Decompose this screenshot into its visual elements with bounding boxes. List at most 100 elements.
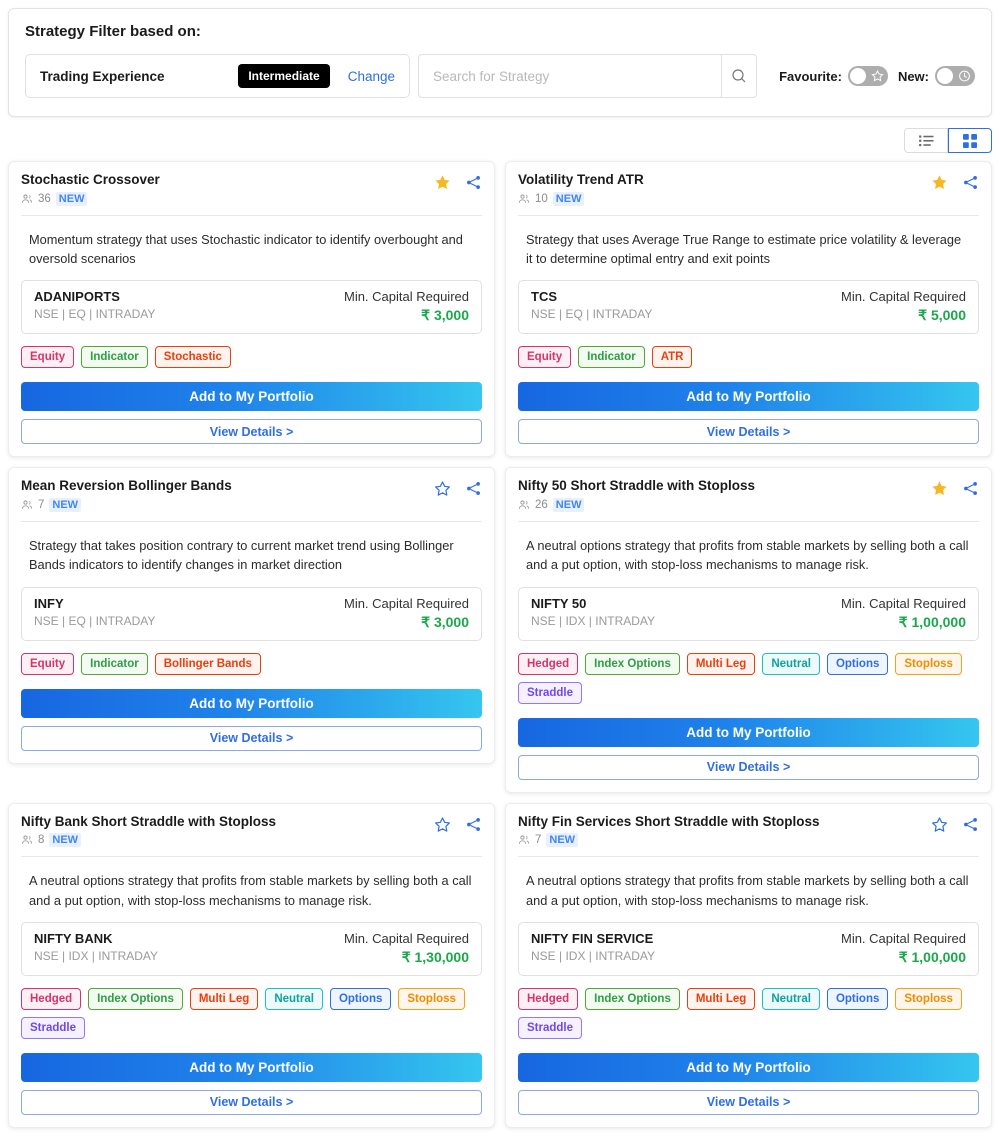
view-details-button[interactable]: View Details > [518, 754, 979, 780]
subscriber-count: 7 [38, 499, 45, 512]
strategy-tag[interactable]: Equity [21, 652, 75, 675]
card-header: Stochastic Crossover 36 NEW [21, 172, 482, 206]
strategy-tag[interactable]: Bollinger Bands [154, 652, 261, 675]
strategy-tag[interactable]: Multi Leg [686, 987, 756, 1010]
new-badge: NEW [546, 833, 579, 848]
strategy-tag[interactable]: Equity [21, 346, 75, 369]
new-badge: NEW [552, 498, 585, 513]
strategy-tag[interactable]: Stoploss [398, 987, 465, 1010]
share-button[interactable] [465, 174, 482, 191]
favourite-button[interactable] [434, 480, 451, 497]
instrument-segment: NSE | IDX | INTRADAY [34, 948, 159, 963]
share-button[interactable] [465, 816, 482, 833]
card-actions [931, 478, 979, 497]
min-capital-value: ₹ 3,000 [421, 613, 469, 630]
strategy-card: Nifty Fin Services Short Straddle with S… [505, 802, 992, 1128]
instrument-name: INFY [34, 595, 64, 611]
strategy-tag[interactable]: Index Options [585, 987, 680, 1010]
min-capital-label: Min. Capital Required [840, 289, 966, 305]
grid-view-button[interactable] [948, 128, 992, 153]
strategy-tag[interactable]: Index Options [585, 652, 680, 675]
strategy-tag[interactable]: Indicator [81, 346, 148, 369]
share-button[interactable] [962, 480, 979, 497]
strategy-title: Mean Reversion Bollinger Bands [21, 478, 232, 494]
capital-info: Min. Capital Required ₹ 3,000 [344, 289, 469, 324]
strategy-tag[interactable]: Stoploss [895, 652, 962, 675]
instrument-box: NIFTY 50 NSE | IDX | INTRADAY Min. Capit… [518, 586, 979, 641]
instrument-box: INFY NSE | EQ | INTRADAY Min. Capital Re… [21, 586, 482, 641]
view-details-button[interactable]: View Details > [518, 419, 979, 445]
card-header-text: Stochastic Crossover 36 NEW [21, 172, 434, 206]
favourite-toggle[interactable] [847, 66, 888, 86]
strategy-tag[interactable]: Indicator [81, 652, 148, 675]
card-header: Nifty Bank Short Straddle with Stoploss … [21, 814, 482, 848]
strategy-tag[interactable]: Multi Leg [686, 652, 756, 675]
view-details-button[interactable]: View Details > [21, 725, 482, 751]
strategy-tag[interactable]: Options [826, 652, 889, 675]
share-button[interactable] [962, 816, 979, 833]
min-capital-label: Min. Capital Required [343, 930, 469, 946]
strategy-tag[interactable]: Hedged [21, 987, 82, 1010]
view-details-button[interactable]: View Details > [21, 1089, 482, 1115]
search-group [418, 54, 758, 98]
strategy-tag[interactable]: Straddle [518, 1016, 583, 1039]
add-to-portfolio-button[interactable]: Add to My Portfolio [518, 382, 979, 412]
card-actions [434, 172, 482, 191]
strategy-tag[interactable]: Multi Leg [189, 987, 259, 1010]
strategy-tag[interactable]: Straddle [21, 1016, 86, 1039]
strategy-description: A neutral options strategy that profits … [526, 873, 969, 908]
search-button[interactable] [721, 54, 758, 98]
instrument-box: TCS NSE | EQ | INTRADAY Min. Capital Req… [518, 280, 979, 335]
strategy-tag[interactable]: Indicator [578, 346, 645, 369]
strategy-tag[interactable]: Options [826, 987, 889, 1010]
new-label: New: [897, 68, 929, 84]
favourite-button[interactable] [931, 174, 948, 191]
card-header-text: Nifty Bank Short Straddle with Stoploss … [21, 814, 434, 848]
add-to-portfolio-button[interactable]: Add to My Portfolio [21, 1052, 482, 1082]
change-experience-link[interactable]: Change [348, 69, 395, 84]
strategy-tag[interactable]: Index Options [88, 987, 183, 1010]
strategy-tag[interactable]: Hedged [518, 652, 579, 675]
strategy-tag[interactable]: Stochastic [154, 346, 231, 369]
strategy-tag[interactable]: Neutral [762, 652, 820, 675]
list-view-button[interactable] [904, 128, 948, 153]
add-to-portfolio-button[interactable]: Add to My Portfolio [21, 688, 482, 718]
add-to-portfolio-button[interactable]: Add to My Portfolio [518, 717, 979, 747]
search-input[interactable] [418, 54, 722, 98]
view-details-button[interactable]: View Details > [518, 1089, 979, 1115]
instrument-name: TCS [531, 289, 557, 305]
strategy-tag[interactable]: Neutral [762, 987, 820, 1010]
strategy-tag[interactable]: ATR [651, 346, 693, 369]
new-badge: NEW [49, 498, 82, 513]
strategy-tag[interactable]: Options [329, 987, 392, 1010]
strategy-card: Nifty 50 Short Straddle with Stoploss 26… [505, 467, 992, 793]
share-button[interactable] [962, 174, 979, 191]
view-details-button[interactable]: View Details > [21, 419, 482, 445]
favourite-button[interactable] [931, 480, 948, 497]
favourite-button[interactable] [434, 174, 451, 191]
strategy-tag[interactable]: Straddle [518, 681, 583, 704]
favourite-button[interactable] [434, 816, 451, 833]
add-to-portfolio-button[interactable]: Add to My Portfolio [518, 1052, 979, 1082]
star-icon [435, 175, 450, 189]
card-header: Nifty Fin Services Short Straddle with S… [518, 814, 979, 848]
share-button[interactable] [465, 480, 482, 497]
card-actions [434, 814, 482, 833]
strategy-tag[interactable]: Equity [518, 346, 572, 369]
share-icon [467, 817, 480, 831]
strategy-title: Nifty Bank Short Straddle with Stoploss [21, 813, 277, 829]
subscriber-count: 36 [38, 192, 51, 205]
add-to-portfolio-button[interactable]: Add to My Portfolio [21, 382, 482, 412]
star-icon [932, 481, 947, 496]
strategy-tag[interactable]: Stoploss [895, 987, 962, 1010]
share-icon [467, 176, 480, 189]
users-icon [518, 500, 530, 509]
share-icon [467, 482, 480, 496]
new-toggle[interactable] [935, 66, 975, 86]
instrument-info: NIFTY BANK NSE | IDX | INTRADAY [34, 931, 158, 963]
strategy-tag[interactable]: Hedged [518, 987, 579, 1010]
strategy-tags: Hedged Index Options Multi Leg Neutral Optio… [518, 987, 979, 1039]
strategy-tag[interactable]: Neutral [265, 987, 323, 1010]
favourite-button[interactable] [931, 816, 948, 833]
strategy-filter-panel: Strategy Filter based on: Trading Experi… [8, 8, 992, 117]
